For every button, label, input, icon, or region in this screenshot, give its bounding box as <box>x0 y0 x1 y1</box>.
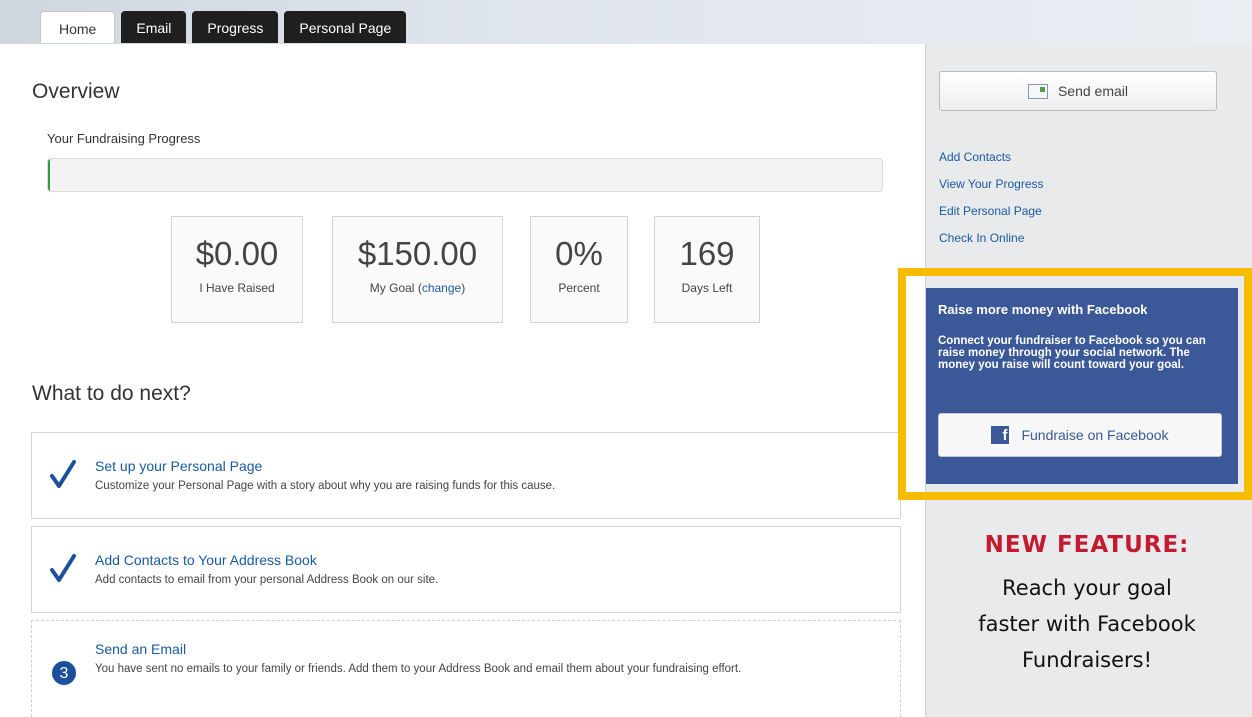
stat-raised: $0.00 I Have Raised <box>171 216 303 323</box>
sidebar-links: Add Contacts View Your Progress Edit Per… <box>939 150 1044 258</box>
step-description: You have sent no emails to your family o… <box>95 663 742 675</box>
promo-line: Fundraisers! <box>1021 648 1153 672</box>
progress-label: Your Fundraising Progress <box>47 131 201 146</box>
step-title[interactable]: Add Contacts to Your Address Book <box>95 552 317 568</box>
stat-raised-label: I Have Raised <box>199 281 275 295</box>
add-contacts-link[interactable]: Add Contacts <box>939 150 1044 177</box>
tab-bar: Home Email Progress Personal Page <box>40 11 407 43</box>
step-title[interactable]: Send an Email <box>95 641 186 657</box>
checkmark-icon <box>50 460 76 488</box>
stat-goal-value: $150.00 <box>357 235 478 272</box>
promo-callout: NEW FEATURE: Reach your goal faster with… <box>930 532 1244 678</box>
tab-home[interactable]: Home <box>40 11 116 43</box>
next-steps-heading: What to do next? <box>32 382 191 405</box>
step-description: Customize your Personal Page with a stor… <box>95 480 556 492</box>
stat-goal-label-row: My Goal (change) <box>333 281 502 295</box>
stat-percent-value: 0% <box>555 235 603 272</box>
highlight-outline <box>898 268 1252 500</box>
change-goal-link[interactable]: change <box>422 281 461 295</box>
tab-personal-page[interactable]: Personal Page <box>284 11 407 43</box>
view-progress-link[interactable]: View Your Progress <box>939 177 1044 204</box>
stat-percent-label: Percent <box>558 281 600 295</box>
tab-email[interactable]: Email <box>121 11 187 43</box>
step-personal-page[interactable]: Set up your Personal Page Customize your… <box>31 432 901 519</box>
promo-line: Reach your goal <box>1002 576 1172 600</box>
step-description: Add contacts to email from your personal… <box>95 574 439 586</box>
step-title[interactable]: Set up your Personal Page <box>95 458 262 474</box>
send-email-label: Send email <box>1057 83 1129 99</box>
check-in-online-link[interactable]: Check In Online <box>939 231 1044 258</box>
stat-days-value: 169 <box>679 235 735 272</box>
stat-percent: 0% Percent <box>530 216 628 323</box>
stat-days-label: Days Left <box>681 281 733 295</box>
stat-raised-value: $0.00 <box>195 235 279 272</box>
tab-progress[interactable]: Progress <box>192 11 279 43</box>
step-number-badge: 3 <box>52 661 76 685</box>
fundraising-progress-bar <box>47 158 883 192</box>
step-add-contacts[interactable]: Add Contacts to Your Address Book Add co… <box>31 526 901 613</box>
progress-fill <box>48 159 50 191</box>
promo-line: faster with Facebook <box>978 612 1196 636</box>
send-email-button[interactable]: Send email <box>939 71 1217 111</box>
overview-heading: Overview <box>32 80 120 103</box>
promo-headline: NEW FEATURE: <box>984 532 1190 558</box>
checkmark-icon <box>50 554 76 582</box>
step-send-email[interactable]: 3 Send an Email You have sent no emails … <box>31 620 901 717</box>
paren-close: ) <box>461 281 466 295</box>
promo-body: Reach your goal faster with Facebook Fun… <box>930 570 1244 678</box>
envelope-icon <box>1027 83 1048 99</box>
stat-goal: $150.00 My Goal (change) <box>332 216 503 323</box>
stat-days: 169 Days Left <box>654 216 760 323</box>
edit-personal-page-link[interactable]: Edit Personal Page <box>939 204 1044 231</box>
stat-goal-label: My Goal <box>369 281 415 295</box>
